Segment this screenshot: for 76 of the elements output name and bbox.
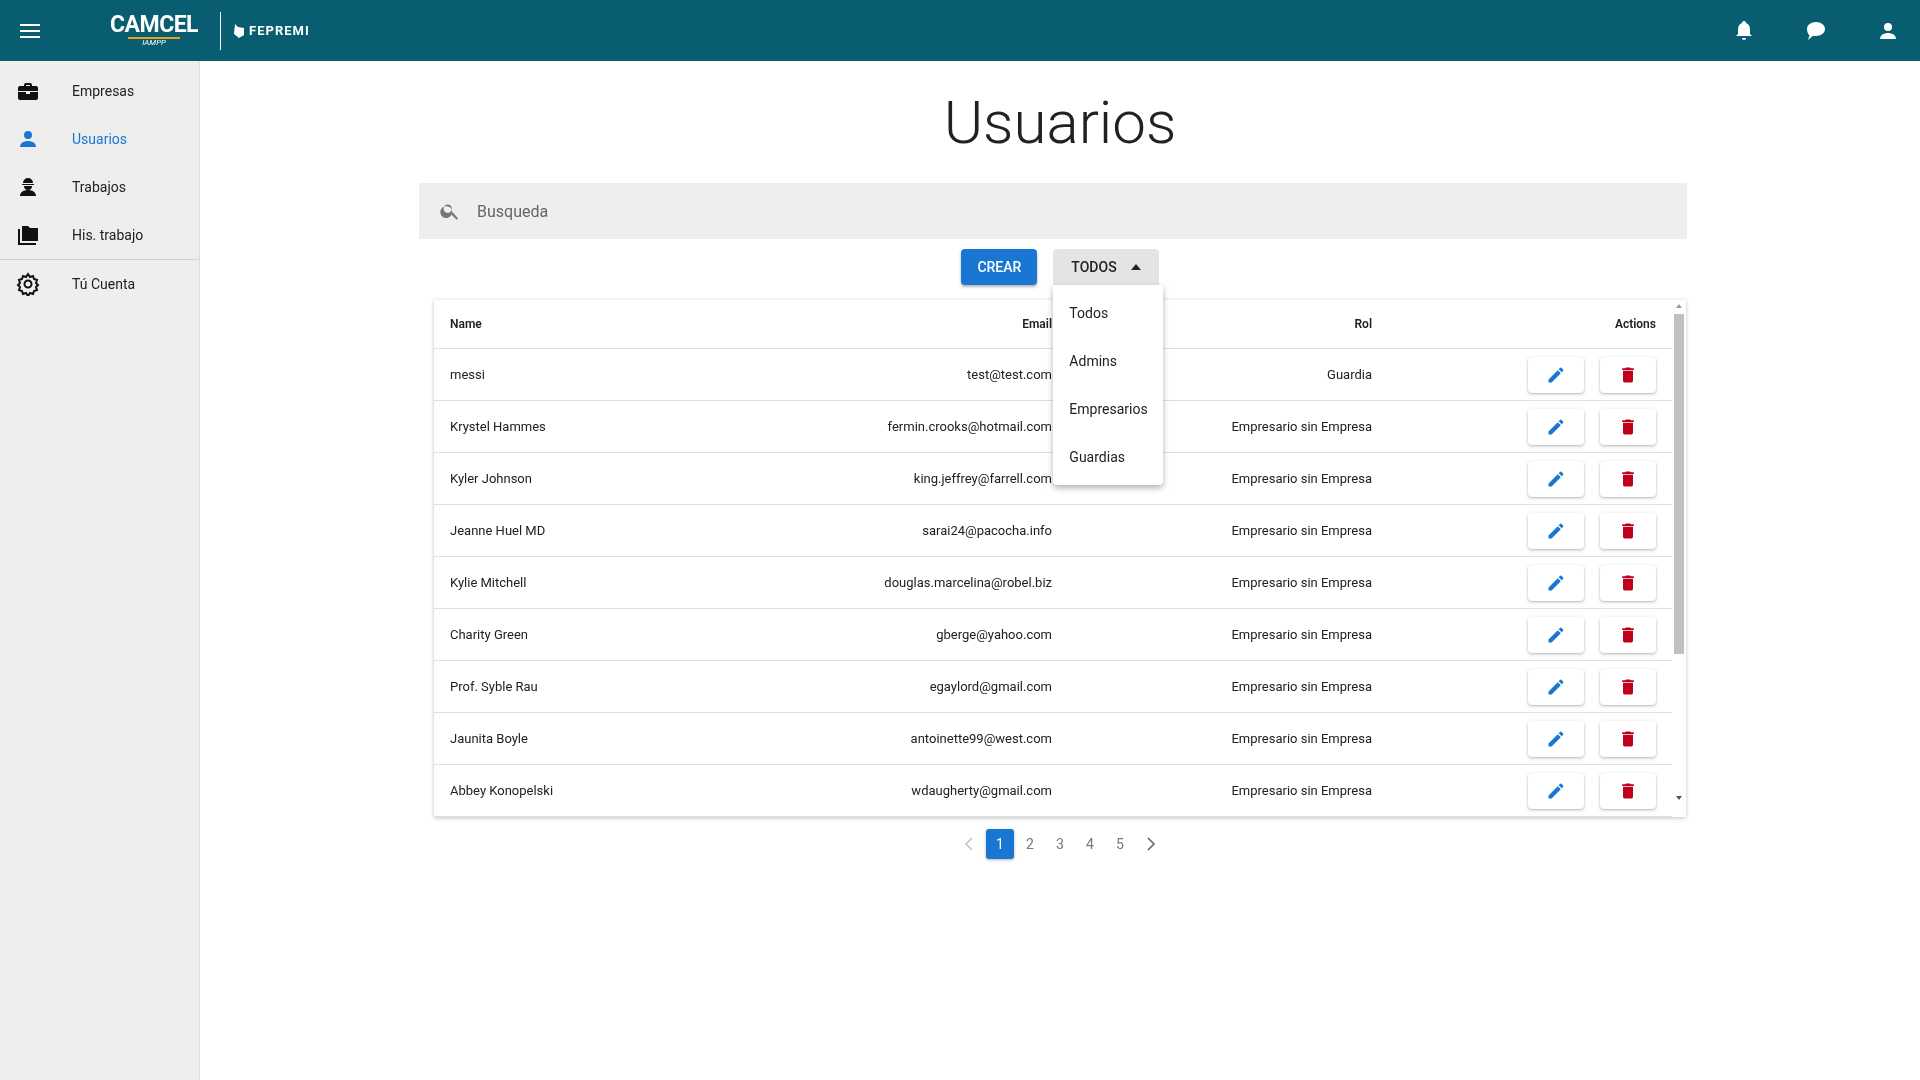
logo-subtitle: IAMPP bbox=[128, 37, 180, 48]
page-button[interactable]: 3 bbox=[1046, 829, 1074, 859]
edit-button[interactable] bbox=[1528, 512, 1584, 549]
table-cell-text: sarai24@pacocha.info bbox=[921, 523, 1052, 538]
delete-button[interactable] bbox=[1600, 720, 1656, 757]
page-button[interactable]: 5 bbox=[1106, 829, 1134, 859]
logo-text: CAMCEL bbox=[110, 13, 199, 37]
table-cell-text: douglas.marcelina@robel.biz bbox=[883, 575, 1052, 590]
column-header: Email bbox=[1021, 317, 1052, 331]
menu-item[interactable]: Empresarios bbox=[1053, 385, 1164, 433]
sidebar-item[interactable]: His. trabajo bbox=[0, 211, 199, 259]
table-cell-text: Kyler Johnson bbox=[450, 471, 533, 486]
table-cell-text: antoinette99@west.com bbox=[909, 731, 1052, 746]
table-cell-text: Empresario sin Empresa bbox=[1230, 471, 1372, 486]
table-cell-text: Jeanne Huel MD bbox=[450, 523, 547, 538]
table-cell-text: egaylord@gmail.com bbox=[928, 679, 1052, 694]
delete-button[interactable] bbox=[1600, 616, 1656, 653]
table-cell-text: Charity Green bbox=[450, 627, 529, 642]
scrollbar[interactable] bbox=[1674, 302, 1684, 802]
table-cell-text: Krystel Hammes bbox=[450, 419, 547, 434]
table-cell-text: Empresario sin Empresa bbox=[1230, 575, 1372, 590]
sidebar-item[interactable]: Trabajos bbox=[0, 163, 199, 211]
search-field[interactable]: Busqueda bbox=[419, 183, 1687, 239]
table-cell-text: messi bbox=[450, 367, 486, 382]
delete-button[interactable] bbox=[1600, 772, 1656, 809]
table-cell-text: Empresario sin Empresa bbox=[1230, 523, 1372, 538]
edit-button[interactable] bbox=[1528, 408, 1584, 445]
edit-button[interactable] bbox=[1528, 772, 1584, 809]
sidebar-item[interactable]: Empresas bbox=[0, 67, 199, 115]
table-cell-text: Kylie Mitchell bbox=[450, 575, 528, 590]
column-header: Name bbox=[450, 317, 483, 331]
table-cell-text: Prof. Syble Rau bbox=[450, 679, 539, 694]
create-button[interactable]: CREAR bbox=[961, 249, 1038, 285]
page-title: Usuarios bbox=[943, 93, 1177, 153]
page-button[interactable]: 4 bbox=[1076, 829, 1104, 859]
table-cell-text: Empresario sin Empresa bbox=[1230, 783, 1372, 798]
table-cell-text: Empresario sin Empresa bbox=[1230, 731, 1372, 746]
caret-icon bbox=[1130, 264, 1141, 270]
table-cell-text: test@test.com bbox=[966, 367, 1052, 382]
edit-button[interactable] bbox=[1528, 720, 1584, 757]
table-cell-text: fermin.crooks@hotmail.com bbox=[886, 419, 1052, 434]
page-button[interactable]: 1 bbox=[986, 829, 1014, 859]
table-cell-text: Empresario sin Empresa bbox=[1230, 419, 1372, 434]
sidebar-item[interactable]: Tú Cuenta bbox=[0, 260, 199, 308]
table-cell-text: Empresario sin Empresa bbox=[1230, 679, 1372, 694]
table-cell-text: Guardia bbox=[1326, 367, 1372, 382]
column-header: Rol bbox=[1353, 317, 1372, 331]
settings-icon bbox=[16, 272, 40, 296]
menu-item[interactable]: Admins bbox=[1053, 337, 1164, 385]
delete-button[interactable] bbox=[1600, 512, 1656, 549]
delete-button[interactable] bbox=[1600, 460, 1656, 497]
delete-button[interactable] bbox=[1600, 668, 1656, 705]
chevron-right-icon bbox=[1144, 837, 1156, 851]
sidebar-item[interactable]: Usuarios bbox=[0, 115, 199, 163]
menu-icon[interactable] bbox=[20, 23, 40, 38]
table-cell-text: gberge@yahoo.com bbox=[935, 627, 1052, 642]
menu-item[interactable]: Guardias bbox=[1053, 433, 1164, 481]
chevron-left-icon bbox=[964, 837, 976, 851]
table-cell-text: king.jeffrey@farrell.com bbox=[912, 471, 1052, 486]
page-button[interactable]: 2 bbox=[1016, 829, 1044, 859]
folders-icon bbox=[16, 223, 40, 247]
edit-button[interactable] bbox=[1528, 616, 1584, 653]
edit-button[interactable] bbox=[1528, 460, 1584, 497]
table-cell-text: Jaunita Boyle bbox=[450, 731, 529, 746]
delete-button[interactable] bbox=[1600, 564, 1656, 601]
table-cell-text: wdaugherty@gmail.com bbox=[910, 783, 1052, 798]
menu-item[interactable]: Todos bbox=[1053, 289, 1164, 337]
delete-button[interactable] bbox=[1600, 356, 1656, 393]
column-header: Actions bbox=[1613, 317, 1657, 331]
table-cell-text: Empresario sin Empresa bbox=[1230, 627, 1372, 642]
table-cell-text: Abbey Konopelski bbox=[450, 783, 555, 798]
edit-button[interactable] bbox=[1528, 564, 1584, 601]
partner-logo-text: FEPREMI bbox=[249, 23, 310, 38]
delete-button[interactable] bbox=[1600, 408, 1656, 445]
edit-button[interactable] bbox=[1528, 668, 1584, 705]
edit-button[interactable] bbox=[1528, 356, 1584, 393]
